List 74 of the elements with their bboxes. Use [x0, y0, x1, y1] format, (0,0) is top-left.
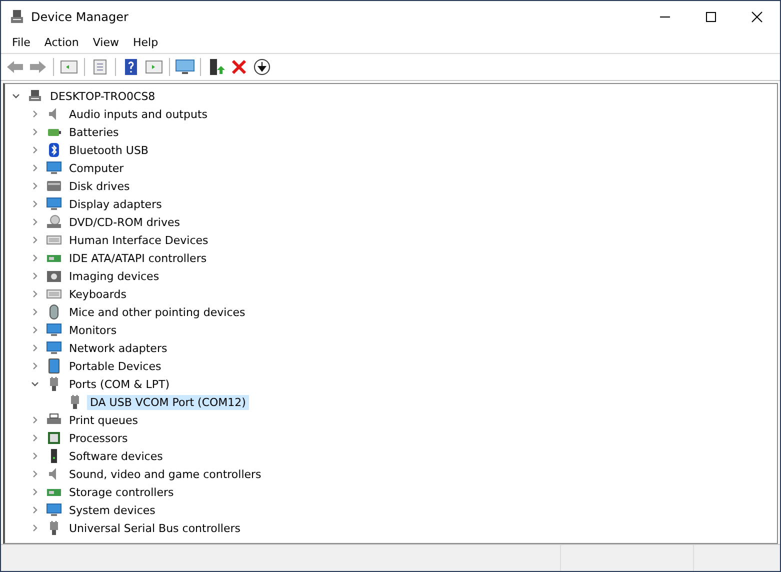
window-pane-icon[interactable]: [144, 58, 164, 76]
expand-icon[interactable]: [30, 505, 40, 515]
monitor-icon: [46, 502, 62, 518]
collapse-icon[interactable]: [30, 379, 40, 389]
tree-item[interactable]: Bluetooth USB: [66, 142, 152, 158]
expand-icon[interactable]: [30, 271, 40, 281]
tree-item[interactable]: Monitors: [66, 322, 120, 338]
collapse-icon[interactable]: [11, 91, 21, 101]
expand-icon[interactable]: [30, 253, 40, 263]
tree-item[interactable]: Disk drives: [66, 178, 133, 194]
window-pane-icon[interactable]: [59, 58, 79, 76]
tree-item[interactable]: Print queues: [66, 412, 141, 428]
monitor-icon: [46, 196, 62, 212]
monitor-icon: [46, 160, 62, 176]
tree-item[interactable]: Sound, video and game controllers: [66, 466, 264, 482]
expand-icon[interactable]: [30, 109, 40, 119]
tree-item[interactable]: Portable Devices: [66, 358, 164, 374]
tree-item[interactable]: IDE ATA/ATAPI controllers: [66, 250, 210, 266]
monitor-icon[interactable]: [175, 58, 195, 76]
tree-item[interactable]: Processors: [66, 430, 131, 446]
expand-icon[interactable]: [30, 343, 40, 353]
tree-item[interactable]: Ports (COM & LPT): [66, 376, 172, 392]
tree-item[interactable]: Display adapters: [66, 196, 165, 212]
computer-icon: [9, 8, 25, 24]
forward-arrow-icon[interactable]: [28, 58, 48, 76]
download-icon[interactable]: [252, 58, 272, 76]
tree-item[interactable]: Universal Serial Bus controllers: [66, 520, 244, 536]
tree-item[interactable]: Software devices: [66, 448, 166, 464]
expand-icon[interactable]: [30, 415, 40, 425]
tree-item[interactable]: DESKTOP-TRO0CS8: [47, 88, 158, 104]
expand-icon[interactable]: [30, 451, 40, 461]
expand-icon[interactable]: [30, 181, 40, 191]
chip-icon: [46, 430, 62, 446]
expand-icon[interactable]: [30, 307, 40, 317]
monitor-icon: [46, 340, 62, 356]
tree-item[interactable]: Batteries: [66, 124, 122, 140]
device-icon: [27, 88, 43, 104]
tree-item[interactable]: Storage controllers: [66, 484, 177, 500]
monitor-icon: [46, 322, 62, 338]
expand-icon[interactable]: [30, 289, 40, 299]
expand-icon[interactable]: [30, 199, 40, 209]
tablet-icon: [46, 358, 62, 374]
tree-item[interactable]: System devices: [66, 502, 158, 518]
expand-icon[interactable]: [30, 145, 40, 155]
expand-icon[interactable]: [30, 163, 40, 173]
tree-item[interactable]: Computer: [66, 160, 127, 176]
camera-icon: [46, 268, 62, 284]
drive-icon: [46, 178, 62, 194]
expand-icon[interactable]: [30, 235, 40, 245]
tree-item[interactable]: DVD/CD-ROM drives: [66, 214, 183, 230]
expand-icon[interactable]: [30, 127, 40, 137]
delete-icon[interactable]: [229, 58, 249, 76]
expand-icon[interactable]: [30, 361, 40, 371]
bluetooth-icon: [46, 142, 62, 158]
menu-item[interactable]: Help: [126, 36, 166, 49]
tree-item[interactable]: Audio inputs and outputs: [66, 106, 210, 122]
tree-item[interactable]: Keyboards: [66, 286, 130, 302]
tree-item[interactable]: Imaging devices: [66, 268, 162, 284]
expand-icon[interactable]: [30, 487, 40, 497]
window-title: Device Manager: [31, 10, 128, 24]
tree-item[interactable]: Network adapters: [66, 340, 170, 356]
menu-item[interactable]: Action: [37, 36, 86, 49]
expand-icon[interactable]: [30, 433, 40, 443]
menu-item[interactable]: File: [5, 36, 38, 49]
expand-icon[interactable]: [30, 469, 40, 479]
expand-icon[interactable]: [30, 217, 40, 227]
disc-icon: [46, 214, 62, 230]
tree-item[interactable]: Mice and other pointing devices: [66, 304, 248, 320]
tree-item[interactable]: Human Interface Devices: [66, 232, 212, 248]
expand-icon[interactable]: [30, 523, 40, 533]
expand-icon[interactable]: [30, 325, 40, 335]
menu-item[interactable]: View: [86, 36, 126, 49]
back-arrow-icon[interactable]: [5, 58, 25, 76]
tree-item[interactable]: DA USB VCOM Port (COM12): [87, 394, 249, 410]
